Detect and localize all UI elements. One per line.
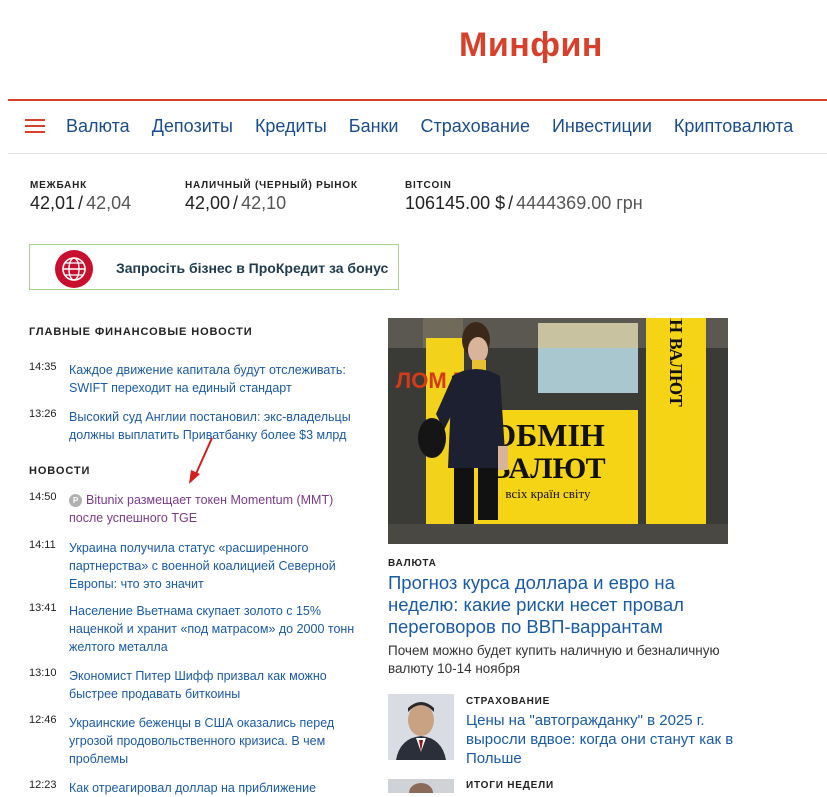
news-headline-text: Bitunix размещает токен Momentum (MMT) п… bbox=[69, 493, 334, 525]
news-headline[interactable]: Каждое движение капитала будут отслежива… bbox=[69, 361, 369, 397]
side-article-thumbnail[interactable] bbox=[388, 779, 454, 793]
rate-value: 42,01/42,04 bbox=[30, 193, 132, 213]
rate-value: 106145.00 $/4444369.00 грн bbox=[405, 193, 643, 213]
nav-item-investments[interactable]: Инвестиции bbox=[552, 116, 652, 136]
news-title: НОВОСТИ bbox=[29, 465, 91, 477]
rate-value: 42,00/42,10 bbox=[185, 193, 287, 213]
news-time: 14:11 bbox=[29, 539, 56, 551]
rate-buy: 106145.00 $ bbox=[405, 193, 506, 213]
rate-interbank[interactable]: МЕЖБАНК 42,01/42,04 bbox=[30, 180, 131, 214]
hamburger-menu-icon[interactable] bbox=[25, 119, 45, 133]
news-time: 14:50 bbox=[29, 491, 57, 503]
news-time: 13:10 bbox=[29, 667, 57, 679]
site-header: Минфин bbox=[8, 0, 827, 101]
promo-text: Запросіть бізнес в ПроКредит за бонус bbox=[116, 260, 389, 276]
main-news-title: ГЛАВНЫЕ ФИНАНСОВЫЕ НОВОСТИ bbox=[29, 326, 253, 338]
nav-items: Валюта Депозиты Кредиты Банки Страхование Инв… bbox=[66, 116, 815, 137]
rate-bitcoin[interactable]: BITCOIN 106145.00 $/4444369.00 грн bbox=[405, 180, 643, 214]
news-headline[interactable]: Население Вьетнама скупает золото с 15% … bbox=[69, 602, 369, 656]
side-article-thumbnail[interactable] bbox=[388, 694, 454, 760]
nav-item-banks[interactable]: Банки bbox=[349, 116, 399, 136]
news-headline[interactable]: P Bitunix размещает токен Momentum (MMT) … bbox=[69, 491, 369, 527]
photo-sign-vertical: ОБМІН ВАЛЮТ bbox=[666, 318, 686, 407]
photo-sign-main: ОБМІН bbox=[491, 417, 605, 453]
rate-cash-market[interactable]: НАЛИЧНЫЙ (ЧЕРНЫЙ) РЫНОК 42,00/42,10 bbox=[185, 180, 358, 214]
rate-label: МЕЖБАНК bbox=[30, 180, 87, 191]
news-time: 12:46 bbox=[29, 714, 57, 726]
site-logo[interactable]: Минфин bbox=[459, 26, 603, 65]
news-time: 13:26 bbox=[29, 408, 57, 420]
rate-label: BITCOIN bbox=[405, 180, 452, 191]
nav-item-deposits[interactable]: Депозиты bbox=[152, 116, 233, 136]
rate-buy: 42,01 bbox=[30, 193, 76, 213]
globe-logo-icon bbox=[55, 250, 93, 288]
featured-title[interactable]: Прогноз курса доллара и евро на неделю: … bbox=[388, 572, 728, 638]
nav-item-currency[interactable]: Валюта bbox=[66, 116, 130, 136]
side-article-category[interactable]: ИТОГИ НЕДЕЛИ bbox=[466, 780, 554, 791]
nav-item-insurance[interactable]: Страхование bbox=[421, 116, 530, 136]
main-nav: Валюта Депозиты Кредиты Банки Страхование Инв… bbox=[8, 101, 827, 154]
promo-badge-icon: P bbox=[69, 494, 82, 507]
rate-label: НАЛИЧНЫЙ (ЧЕРНЫЙ) РЫНОК bbox=[185, 180, 358, 191]
nav-item-credits[interactable]: Кредиты bbox=[255, 116, 327, 136]
promo-banner[interactable]: Запросіть бізнес в ПроКредит за бонус bbox=[29, 244, 399, 290]
featured-photo[interactable]: ЛОМ ГРД ОБМІН ВАЛЮТ всіх країн світу ОБМ… bbox=[388, 318, 728, 544]
news-headline[interactable]: Украина получила статус «расширенного па… bbox=[69, 539, 369, 593]
featured-lead: Почем можно будет купить наличную и безн… bbox=[388, 643, 720, 676]
photo-sign-sub: всіх країн світу bbox=[505, 486, 591, 501]
news-time: 12:23 bbox=[29, 779, 57, 791]
rate-sell: 4444369.00 грн bbox=[516, 193, 643, 213]
news-headline[interactable]: Украинские беженцы в США оказались перед… bbox=[69, 714, 369, 768]
rate-sell: 42,10 bbox=[241, 193, 287, 213]
side-article-title[interactable]: Цены на "автогражданку" в 2025 г. выросл… bbox=[466, 711, 736, 768]
news-time: 13:41 bbox=[29, 602, 57, 614]
news-headline[interactable]: Высокий суд Англии постановил: экс-владе… bbox=[69, 408, 369, 444]
news-time: 14:35 bbox=[29, 361, 57, 373]
rate-buy: 42,00 bbox=[185, 193, 231, 213]
featured-category[interactable]: ВАЛЮТА bbox=[388, 558, 437, 569]
side-article-category[interactable]: СТРАХОВАНИЕ bbox=[466, 696, 550, 707]
nav-item-crypto[interactable]: Криптовалюта bbox=[674, 116, 793, 136]
annotation-arrow-icon bbox=[189, 437, 213, 484]
rate-sell: 42,04 bbox=[86, 193, 132, 213]
news-headline[interactable]: Экономист Питер Шифф призвал как можно б… bbox=[69, 667, 369, 703]
news-headline[interactable]: Как отреагировал доллар на приближение bbox=[69, 779, 369, 797]
